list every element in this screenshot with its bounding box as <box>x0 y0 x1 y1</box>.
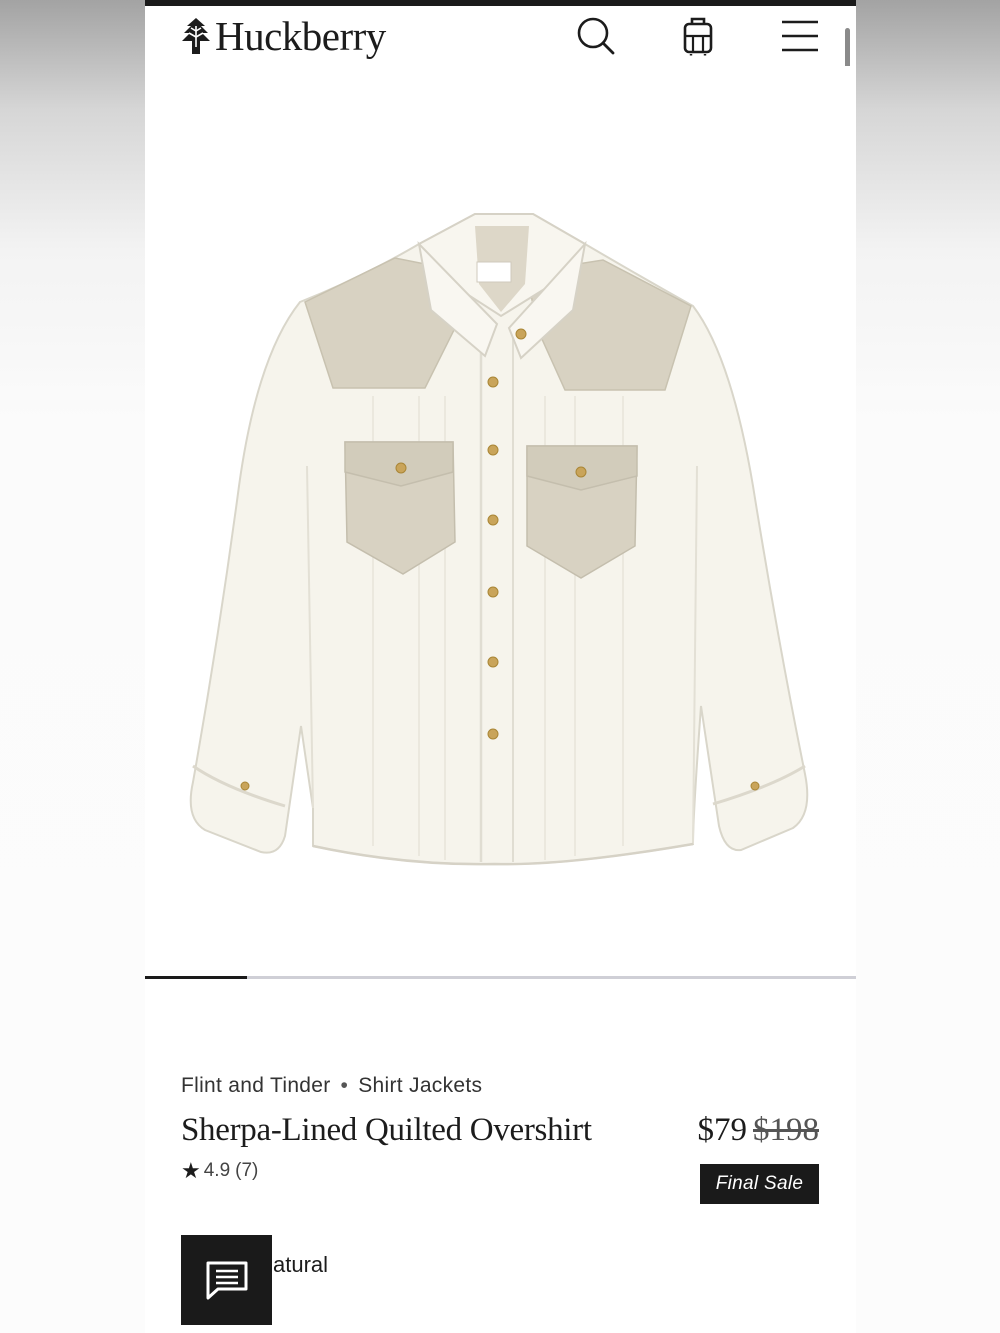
search-button[interactable] <box>574 14 618 58</box>
cart-icon <box>683 17 713 56</box>
tree-logo-icon <box>182 18 210 54</box>
brand-name: Huckberry <box>215 12 386 59</box>
product-brand-link[interactable]: Flint and Tinder <box>181 1074 331 1097</box>
sale-price: $79 <box>697 1112 748 1148</box>
product-category-link[interactable]: Shirt Jackets <box>358 1074 482 1097</box>
mobile-viewport: Huckberry Flint and Tinder • Shirt Jacke… <box>145 0 856 1333</box>
product-meta: Flint and Tinder • Shirt Jackets <box>181 1074 482 1098</box>
product-price: $79 $198 <box>698 1112 820 1149</box>
brand-logo[interactable]: Huckberry <box>181 12 386 60</box>
color-label: atural <box>273 1252 329 1277</box>
meta-separator: • <box>340 1074 349 1097</box>
site-header: Huckberry <box>145 6 856 66</box>
product-image[interactable] <box>145 66 856 976</box>
rating-value: 4.9 <box>203 1160 231 1181</box>
menu-icon <box>782 20 818 52</box>
shirt-jacket-image <box>189 213 809 866</box>
final-sale-badge: Final Sale <box>700 1164 819 1204</box>
chat-icon <box>206 1261 247 1300</box>
product-title: Sherpa-Lined Quilted Overshirt <box>181 1112 592 1148</box>
menu-button[interactable] <box>778 14 822 58</box>
carousel-progress-indicator <box>145 976 247 979</box>
image-carousel-progress[interactable] <box>145 976 856 979</box>
product-rating[interactable]: ★ 4.9 (7) <box>181 1158 258 1184</box>
chat-button[interactable] <box>181 1235 272 1325</box>
cart-button[interactable] <box>676 14 720 58</box>
star-icon: ★ <box>181 1158 201 1183</box>
original-price: $198 <box>753 1112 819 1148</box>
search-icon <box>577 17 615 55</box>
review-count: (7) <box>235 1160 259 1181</box>
